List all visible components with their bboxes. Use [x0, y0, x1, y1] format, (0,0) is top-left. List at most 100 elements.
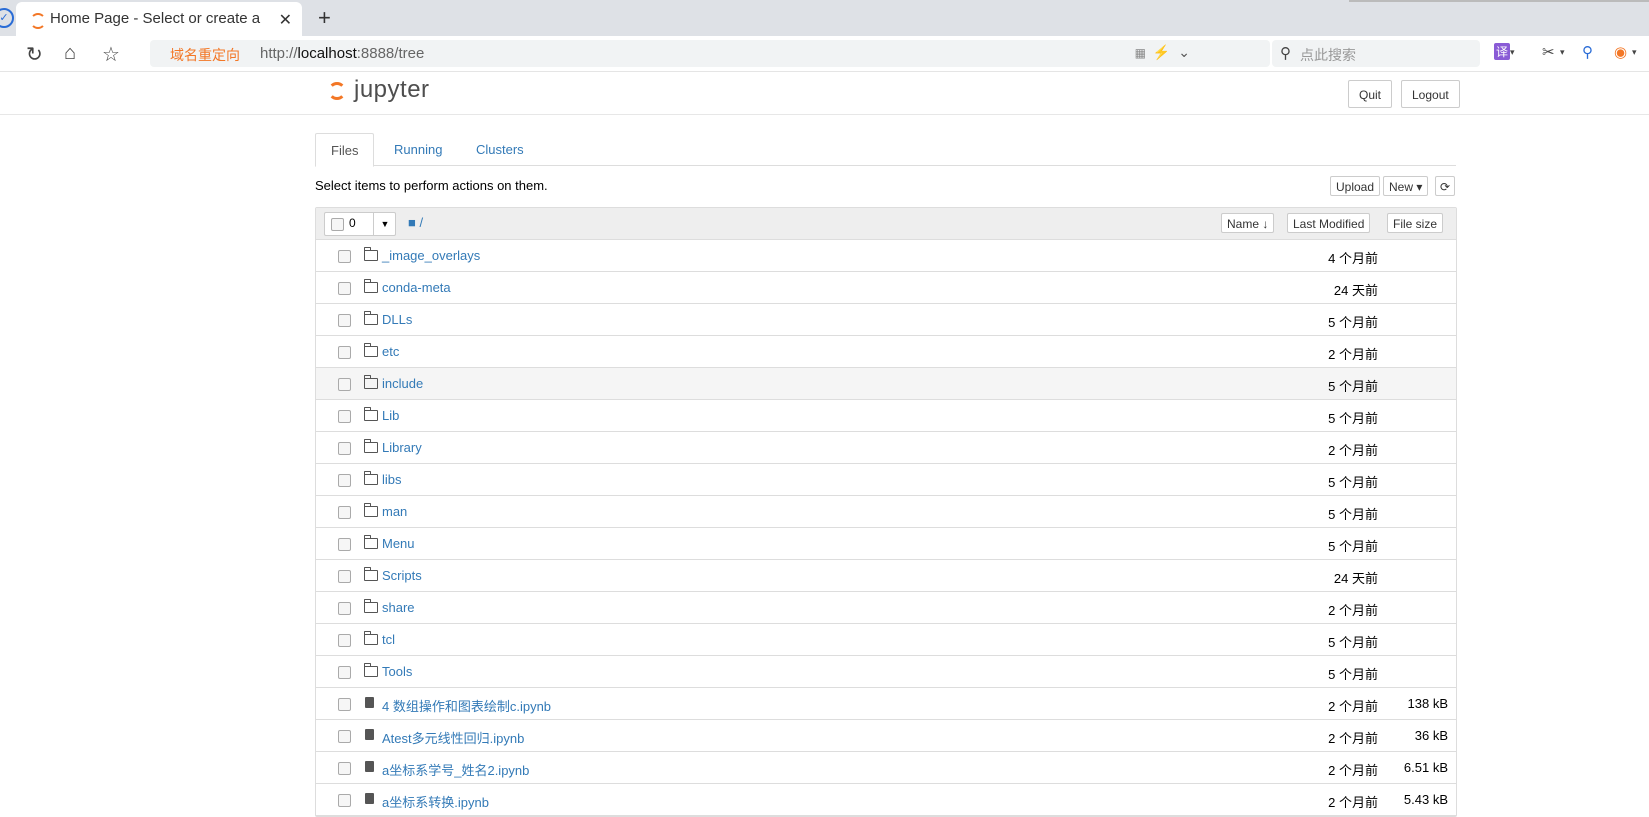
- upload-button[interactable]: Upload: [1330, 176, 1381, 196]
- item-name-link[interactable]: 4 数组操作和图表绘制c.ipynb: [382, 696, 551, 715]
- item-name-link[interactable]: man: [382, 504, 407, 519]
- folder-icon: [364, 279, 378, 293]
- game-extension-icon[interactable]: ◉: [1614, 43, 1627, 61]
- item-last-modified: 2 个月前: [1328, 731, 1378, 746]
- breadcrumb[interactable]: ■ /: [408, 215, 423, 230]
- list-item[interactable]: man 5 个月前: [316, 496, 1456, 528]
- item-checkbox[interactable]: [338, 506, 351, 519]
- list-item[interactable]: Scripts 24 天前: [316, 560, 1456, 592]
- item-checkbox[interactable]: [338, 250, 351, 263]
- item-checkbox[interactable]: [338, 666, 351, 679]
- qr-code-icon[interactable]: ▦: [1135, 46, 1146, 60]
- item-checkbox[interactable]: [338, 314, 351, 327]
- item-name-link[interactable]: DLLs: [382, 312, 412, 327]
- url-text[interactable]: http://localhost:8888/tree: [260, 45, 424, 62]
- scissors-dropdown-icon[interactable]: ▾: [1560, 47, 1565, 58]
- browser-search-box[interactable]: ⚲ 点此搜索: [1272, 40, 1480, 67]
- list-item[interactable]: etc 2 个月前: [316, 336, 1456, 368]
- new-button[interactable]: New ▾: [1383, 176, 1429, 196]
- list-item[interactable]: a坐标系转换.ipynb 2 个月前 5.43 kB: [316, 784, 1456, 816]
- selection-dropdown-icon[interactable]: ▼: [373, 213, 396, 235]
- item-checkbox[interactable]: [338, 538, 351, 551]
- list-item[interactable]: Tools 5 个月前: [316, 656, 1456, 688]
- sort-file-size-button[interactable]: File size: [1387, 213, 1444, 233]
- item-checkbox[interactable]: [338, 474, 351, 487]
- item-name-link[interactable]: share: [382, 600, 415, 615]
- list-item[interactable]: _image_overlays 4 个月前: [316, 240, 1456, 272]
- item-name-link[interactable]: Menu: [382, 536, 415, 551]
- reload-icon[interactable]: ↻: [26, 42, 43, 67]
- close-tab-icon[interactable]: ✕: [279, 10, 292, 30]
- item-name-link[interactable]: libs: [382, 472, 402, 487]
- list-item[interactable]: Menu 5 个月前: [316, 528, 1456, 560]
- item-name-link[interactable]: etc: [382, 344, 399, 359]
- item-name-link[interactable]: conda-meta: [382, 280, 451, 295]
- list-item[interactable]: conda-meta 24 天前: [316, 272, 1456, 304]
- item-name-link[interactable]: Scripts: [382, 568, 422, 583]
- translate-icon[interactable]: 译: [1494, 43, 1511, 60]
- item-checkbox[interactable]: [338, 378, 351, 391]
- item-name-link[interactable]: Lib: [382, 408, 399, 423]
- item-checkbox[interactable]: [338, 730, 351, 743]
- list-item[interactable]: a坐标系学号_姓名2.ipynb 2 个月前 6.51 kB: [316, 752, 1456, 784]
- refresh-button[interactable]: ⟳: [1435, 176, 1456, 196]
- notebook-icon: [365, 761, 374, 772]
- tab-files[interactable]: Files: [315, 133, 375, 167]
- new-tab-button[interactable]: +: [318, 5, 331, 31]
- list-item[interactable]: DLLs 5 个月前: [316, 304, 1456, 336]
- item-checkbox[interactable]: [338, 762, 351, 775]
- logout-button[interactable]: Logout: [1401, 80, 1460, 108]
- quit-button[interactable]: Quit: [1348, 80, 1393, 108]
- item-checkbox[interactable]: [338, 410, 351, 423]
- tab-running[interactable]: Running: [379, 133, 457, 165]
- game-dropdown-icon[interactable]: ▾: [1632, 47, 1637, 58]
- item-last-modified: 2 个月前: [1328, 603, 1378, 618]
- list-item[interactable]: 4 数组操作和图表绘制c.ipynb 2 个月前 138 kB: [316, 688, 1456, 720]
- sort-last-modified-button[interactable]: Last Modified: [1287, 213, 1371, 233]
- item-checkbox[interactable]: [338, 570, 351, 583]
- back-icon[interactable]: ›: [0, 42, 1, 65]
- item-checkbox[interactable]: [338, 698, 351, 711]
- scissors-icon[interactable]: ✂: [1542, 43, 1555, 61]
- tab-clusters[interactable]: Clusters: [461, 133, 539, 165]
- item-checkbox[interactable]: [338, 346, 351, 359]
- item-name-link[interactable]: Tools: [382, 664, 412, 679]
- select-all-checkbox[interactable]: [331, 218, 344, 231]
- magnifier-extension-icon[interactable]: ⚲: [1582, 43, 1593, 61]
- sort-name-button[interactable]: Name ↓: [1221, 213, 1275, 233]
- item-name-link[interactable]: Atest多元线性回归.ipynb: [382, 728, 524, 747]
- item-file-size: 36 kB: [1414, 728, 1448, 743]
- lightning-icon[interactable]: ⚡: [1153, 44, 1170, 61]
- item-checkbox[interactable]: [338, 602, 351, 615]
- browser-logo-icon: ✓: [0, 8, 14, 28]
- item-name-link[interactable]: a坐标系转换.ipynb: [382, 792, 489, 811]
- address-bar[interactable]: 域名重定向 http://localhost:8888/tree ▦ ⚡ ⌄: [150, 40, 1270, 67]
- list-item[interactable]: Library 2 个月前: [316, 432, 1456, 464]
- list-item[interactable]: share 2 个月前: [316, 592, 1456, 624]
- item-name-link[interactable]: tcl: [382, 632, 395, 647]
- item-name-link[interactable]: _image_overlays: [382, 248, 480, 263]
- search-icon: ⚲: [1280, 45, 1291, 62]
- item-name-link[interactable]: include: [382, 376, 423, 391]
- list-item[interactable]: include 5 个月前: [316, 368, 1456, 400]
- redirect-label[interactable]: 域名重定向: [170, 45, 240, 65]
- item-last-modified: 2 个月前: [1328, 763, 1378, 778]
- item-name-link[interactable]: Library: [382, 440, 422, 455]
- item-name-link[interactable]: a坐标系学号_姓名2.ipynb: [382, 760, 529, 779]
- select-all-group[interactable]: 0 ▼: [324, 212, 396, 236]
- folder-icon: [364, 567, 378, 581]
- list-item[interactable]: tcl 5 个月前: [316, 624, 1456, 656]
- translate-dropdown-icon[interactable]: ▾: [1510, 47, 1515, 58]
- chevron-down-icon[interactable]: ⌄: [1178, 44, 1190, 61]
- item-checkbox[interactable]: [338, 282, 351, 295]
- item-checkbox[interactable]: [338, 442, 351, 455]
- item-last-modified: 5 个月前: [1328, 667, 1378, 682]
- browser-tab[interactable]: Home Page - Select or create a ✕: [16, 2, 302, 36]
- item-last-modified: 2 个月前: [1328, 795, 1378, 810]
- bookmark-star-icon[interactable]: ☆: [102, 42, 120, 67]
- list-item[interactable]: Atest多元线性回归.ipynb 2 个月前 36 kB: [316, 720, 1456, 752]
- item-checkbox[interactable]: [338, 634, 351, 647]
- home-icon[interactable]: ⌂: [64, 42, 76, 65]
- list-item[interactable]: libs 5 个月前: [316, 464, 1456, 496]
- list-item[interactable]: Lib 5 个月前: [316, 400, 1456, 432]
